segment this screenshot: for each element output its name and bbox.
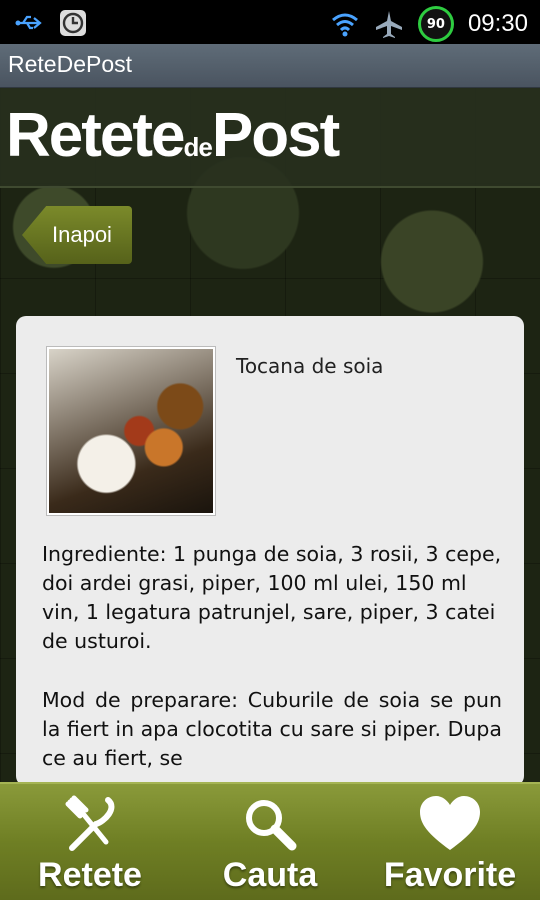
nav-retete[interactable]: Retete — [0, 784, 180, 900]
logo-banner: RetetedePost — [0, 88, 540, 188]
nav-label-cauta: Cauta — [222, 856, 318, 894]
nav-label-favorite: Favorite — [383, 856, 517, 894]
logo: RetetedePost — [6, 100, 340, 171]
fork-knife-icon — [65, 795, 115, 851]
nav-label-retete: Retete — [38, 856, 142, 894]
recipe-card[interactable]: Tocana de soia Ingrediente: 1 punga de s… — [16, 316, 524, 782]
status-bar: 90 09:30 — [0, 0, 540, 44]
logo-text-de: de — [183, 132, 213, 162]
back-button[interactable]: Inapoi — [22, 206, 132, 264]
recipe-preparation: Mod de preparare: Cuburile de soia se pu… — [42, 688, 502, 770]
recipe-ingredients: Ingrediente: 1 punga de soia, 3 rosii, 3… — [42, 542, 502, 653]
recipe-photo — [46, 346, 216, 516]
logo-text-retete: Retete — [6, 101, 186, 170]
nav-favorite[interactable]: Favorite — [360, 784, 540, 900]
heart-icon — [420, 796, 480, 850]
search-icon — [246, 800, 297, 851]
clock: 09:30 — [467, 10, 528, 37]
bottom-navigation: Retete Cauta Favorite — [0, 782, 540, 900]
main-content[interactable]: RetetedePost Inapoi Tocana de soia Ingre… — [0, 88, 540, 782]
app-title-bar: ReteDePost — [0, 44, 540, 88]
back-button-label: Inapoi — [52, 222, 112, 247]
alarm-icon — [60, 10, 86, 36]
nav-cauta[interactable]: Cauta — [180, 784, 360, 900]
recipe-title: Tocana de soia — [236, 354, 384, 378]
wifi-icon — [331, 13, 358, 37]
signal-icon — [375, 11, 402, 38]
battery-icon: 90 — [417, 6, 454, 42]
logo-text-post: Post — [211, 101, 340, 170]
usb-icon — [15, 15, 42, 30]
app-title: ReteDePost — [8, 51, 133, 77]
battery-level: 90 — [426, 16, 445, 32]
